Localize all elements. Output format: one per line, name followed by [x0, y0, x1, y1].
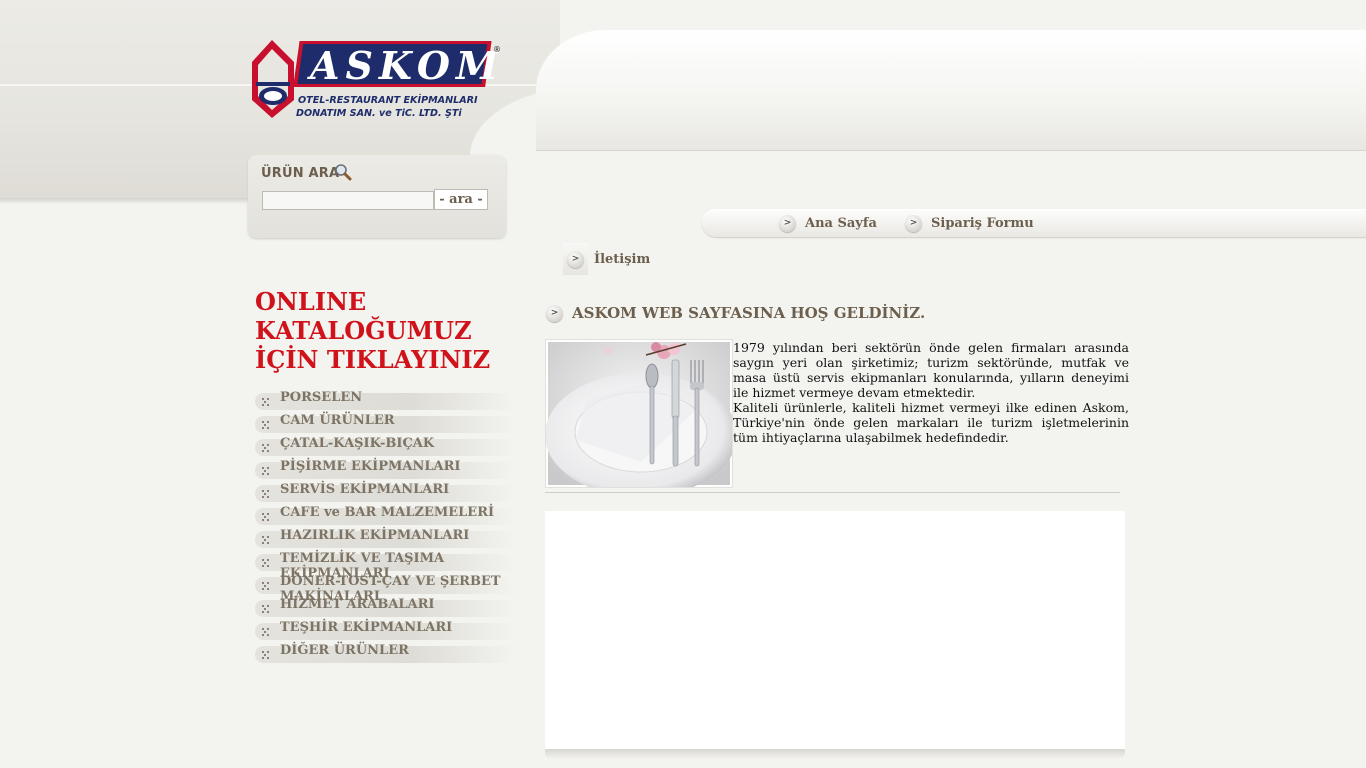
arrow-right-icon: > — [905, 214, 922, 232]
search-input[interactable] — [262, 191, 434, 210]
category-label: DİĞER ÜRÜNLER — [280, 643, 409, 658]
category-item[interactable]: SERVİS EKİPMANLARI — [255, 479, 515, 502]
logo-tagline-1: OTEL-RESTAURANT EKİPMANLARI — [298, 92, 478, 106]
arrow-right-icon: > — [546, 304, 563, 322]
catalog-line-3: İÇİN TIKLAYINIZ — [255, 345, 491, 374]
search-button[interactable]: - ara - — [434, 189, 488, 210]
category-label: PİŞİRME EKİPMANLARI — [280, 459, 461, 474]
dots-icon — [262, 398, 270, 406]
category-item[interactable]: CAM ÜRÜNLER — [255, 410, 515, 433]
arrow-right-icon: > — [567, 250, 584, 268]
dots-icon — [262, 536, 270, 544]
nav-contact-label: İletişim — [594, 251, 651, 267]
askom-logo-graphic: ASKOM ® OTEL-RESTAURANT EKİPMANLARI DONA… — [252, 40, 504, 119]
category-label: HİZMET ARABALARI — [280, 597, 435, 612]
nav-order-form-label: Sipariş Formu — [931, 215, 1034, 231]
dots-icon — [262, 628, 270, 636]
category-item[interactable]: PİŞİRME EKİPMANLARI — [255, 456, 515, 479]
dots-icon — [262, 467, 270, 475]
dots-icon — [262, 582, 270, 590]
category-item[interactable]: DİĞER ÜRÜNLER — [255, 640, 515, 663]
magnifier-icon — [335, 164, 352, 181]
nav-contact[interactable]: > İletişim — [563, 243, 650, 275]
catalog-line-1: ONLINE — [255, 287, 367, 316]
search-title: ÜRÜN ARA — [261, 166, 340, 181]
dots-icon — [262, 559, 270, 567]
online-catalog-link[interactable]: ONLINE KATALOĞUMUZ İÇİN TIKLAYINIZ — [255, 287, 515, 374]
welcome-paragraph-1: 1979 yılından beri sektörün önde gelen f… — [733, 340, 1129, 400]
askom-logo[interactable]: ASKOM ® OTEL-RESTAURANT EKİPMANLARI DONA… — [250, 38, 505, 120]
header-banner — [536, 30, 1366, 150]
welcome-title: ASKOM WEB SAYFASINA HOŞ GELDİNİZ. — [572, 304, 926, 322]
nav-home-label: Ana Sayfa — [805, 215, 877, 231]
category-item[interactable]: HİZMET ARABALARI — [255, 594, 515, 617]
dots-icon — [262, 513, 270, 521]
category-label: CAM ÜRÜNLER — [280, 413, 395, 428]
category-item[interactable]: TEMİZLİK VE TAŞIMA EKİPMANLARI — [255, 548, 515, 581]
arrow-right-icon: > — [779, 214, 796, 232]
content-panel — [545, 511, 1125, 749]
tableware-photo — [545, 340, 737, 497]
product-search-panel: ÜRÜN ARA - ara - — [248, 155, 506, 238]
category-label: TEŞHİR EKİPMANLARI — [280, 620, 453, 635]
category-item[interactable]: TEŞHİR EKİPMANLARI — [255, 617, 515, 640]
category-item[interactable]: DÖNER-TOST-ÇAY VE ŞERBET MAKİNALARI — [255, 571, 515, 604]
category-item[interactable]: CAFE ve BAR MALZEMELERİ — [255, 502, 515, 525]
category-label: SERVİS EKİPMANLARI — [280, 482, 450, 497]
svg-text:®: ® — [493, 45, 501, 54]
welcome-paragraph-2: Kaliteli ürünlerle, kaliteli hizmet verm… — [733, 400, 1129, 445]
logo-tagline-2: DONATIM SAN. ve TiC. LTD. ŞTi — [296, 108, 462, 119]
category-label: HAZIRLIK EKİPMANLARI — [280, 528, 470, 543]
category-item[interactable]: PORSELEN — [255, 387, 515, 410]
nav-order-form[interactable]: > Sipariş Formu — [905, 209, 1034, 237]
nav-home[interactable]: > Ana Sayfa — [779, 209, 877, 237]
category-item[interactable]: ÇATAL-KAŞIK-BIÇAK — [255, 433, 515, 456]
section-divider — [545, 492, 1120, 493]
category-label: ÇATAL-KAŞIK-BIÇAK — [280, 436, 435, 451]
catalog-line-2: KATALOĞUMUZ — [255, 316, 472, 345]
main-nav-bar: > Ana Sayfa > Sipariş Formu — [702, 209, 1366, 237]
content-panel-shadow — [545, 749, 1125, 759]
dots-icon — [262, 421, 270, 429]
category-label: CAFE ve BAR MALZEMELERİ — [280, 505, 495, 520]
welcome-text: 1979 yılından beri sektörün önde gelen f… — [733, 340, 1129, 445]
dots-icon — [262, 490, 270, 498]
dots-icon — [262, 444, 270, 452]
contact-tab: > — [563, 243, 588, 275]
category-item[interactable]: HAZIRLIK EKİPMANLARI — [255, 525, 515, 548]
dots-icon — [262, 605, 270, 613]
category-label: PORSELEN — [280, 390, 363, 405]
plate-cutlery-image — [545, 342, 737, 497]
dots-icon — [262, 651, 270, 659]
logo-wordmark: ASKOM — [307, 43, 504, 88]
category-menu: PORSELEN CAM ÜRÜNLER ÇATAL-KAŞIK-BIÇAK P… — [255, 387, 515, 663]
welcome-heading: > ASKOM WEB SAYFASINA HOŞ GELDİNİZ. — [546, 304, 925, 322]
